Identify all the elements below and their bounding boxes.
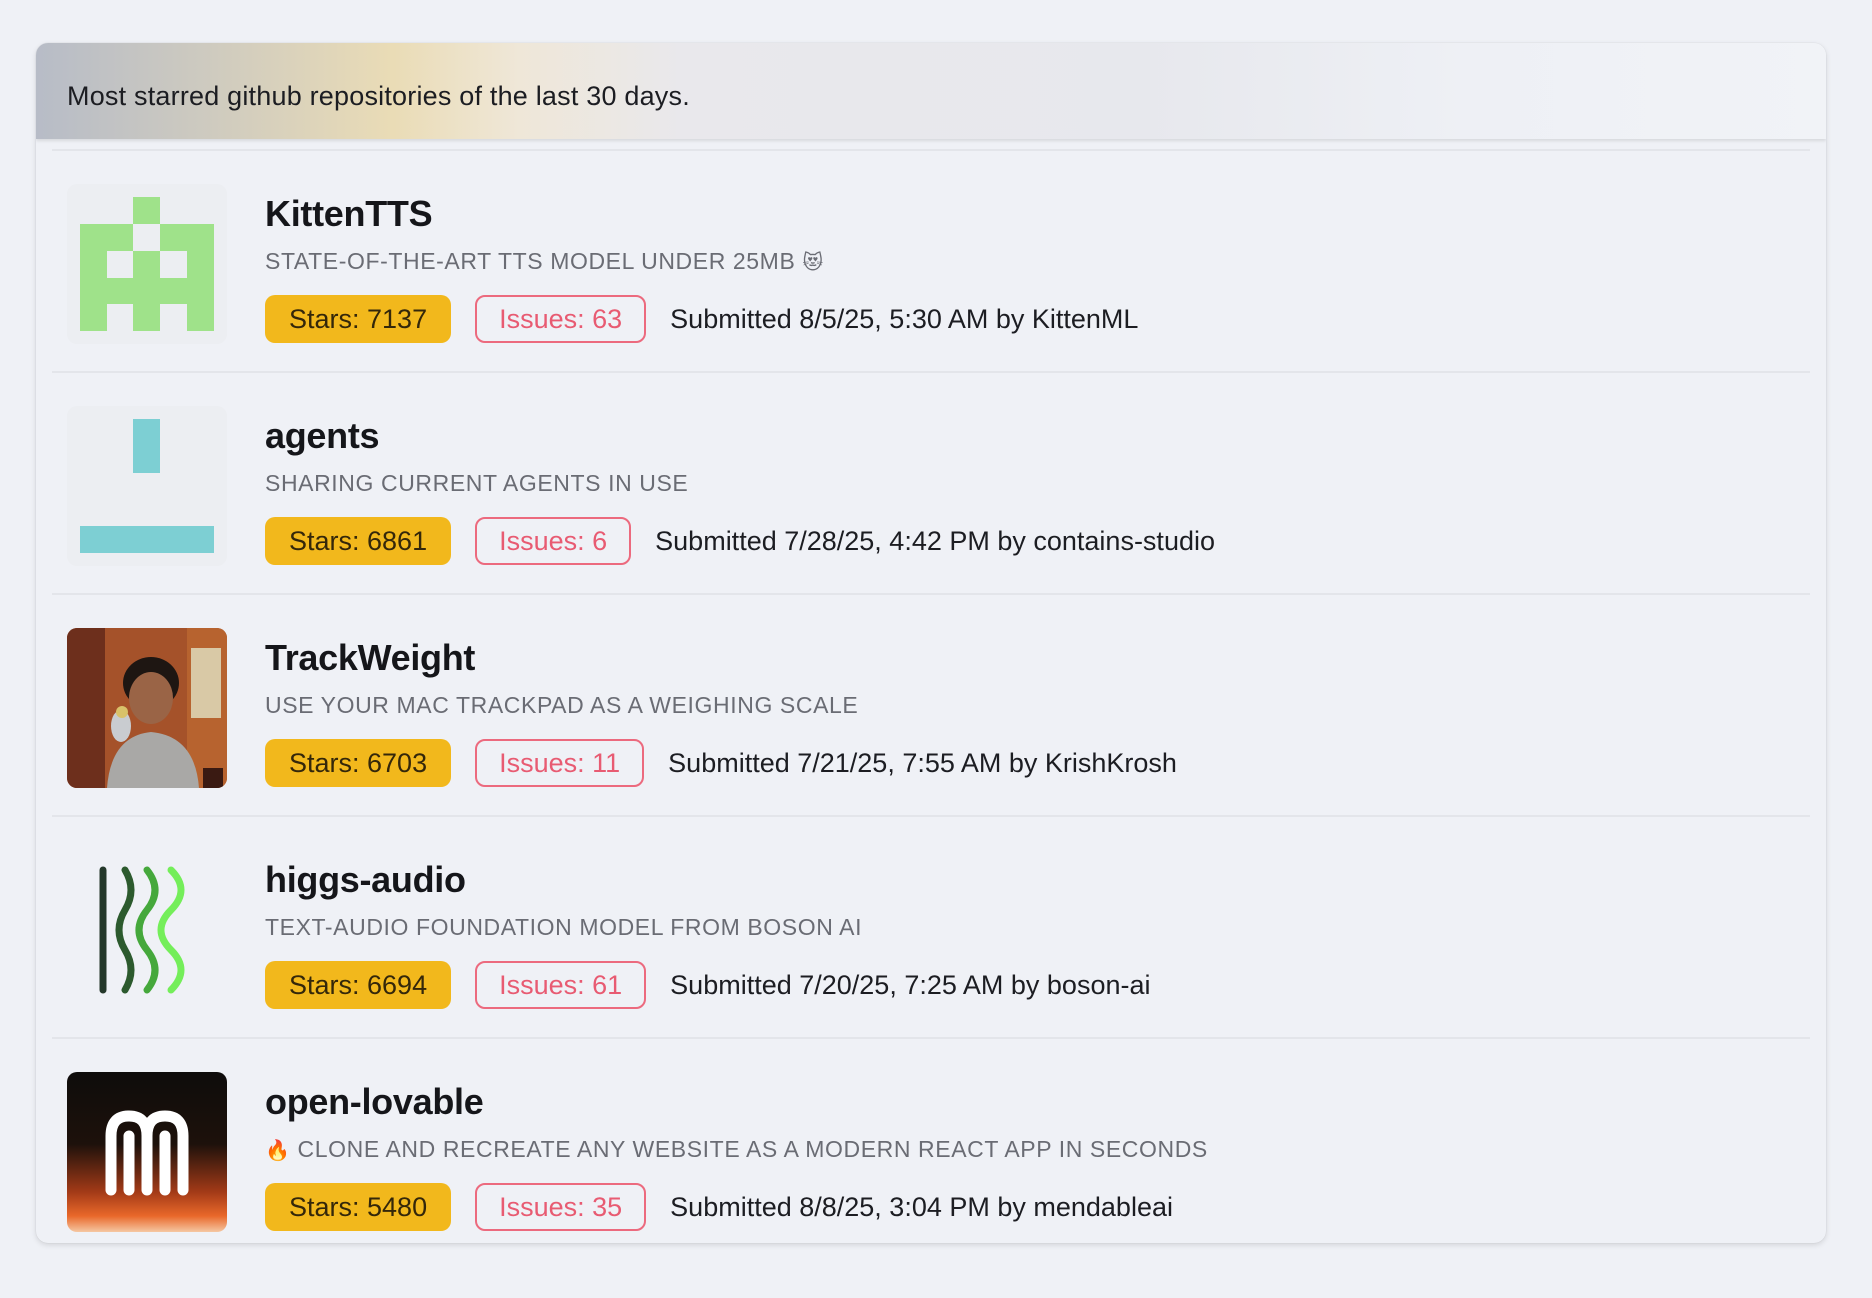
- repo-avatar: [67, 1072, 227, 1232]
- repo-avatar: [67, 184, 227, 344]
- stars-badge: Stars: 5480: [265, 1183, 452, 1231]
- repo-row[interactable]: KittenTTS State-of-the-art TTS model und…: [52, 151, 1810, 373]
- submitted-info: Submitted 7/21/25, 7:55 AM by KrishKrosh: [668, 747, 1177, 778]
- boson-wave-logo: [67, 850, 227, 1010]
- repo-row[interactable]: higgs-audio Text-audio foundation model …: [52, 817, 1810, 1039]
- panel-header: Most starred github repositories of the …: [36, 43, 1826, 139]
- mendable-m-logo: [67, 1072, 227, 1232]
- submitted-info: Submitted 7/28/25, 4:42 PM by contains-s…: [655, 525, 1215, 556]
- teal-pixel-identicon: [67, 406, 227, 566]
- repo-name[interactable]: KittenTTS: [265, 193, 433, 235]
- fire-emoji-icon: 🔥: [265, 1138, 291, 1162]
- repo-panel: Most starred github repositories of the …: [36, 43, 1826, 1243]
- repo-meta: Stars: 6694 Issues: 61 Submitted 7/20/25…: [265, 961, 1150, 1009]
- repo-avatar: [67, 406, 227, 566]
- repo-name[interactable]: agents: [265, 415, 380, 457]
- stars-badge: Stars: 6694: [265, 961, 452, 1009]
- repo-avatar: [67, 850, 227, 1010]
- repo-row[interactable]: agents Sharing current agents in use Sta…: [52, 373, 1810, 595]
- repo-description: 🔥 Clone and recreate any website as a mo…: [265, 1136, 1208, 1162]
- repo-name[interactable]: higgs-audio: [265, 859, 466, 901]
- submitted-info: Submitted 8/5/25, 5:30 AM by KittenML: [670, 303, 1139, 334]
- submitted-info: Submitted 8/8/25, 3:04 PM by mendableai: [670, 1191, 1173, 1222]
- repo-description: Use your Mac trackpad as a weighing scal…: [265, 692, 859, 718]
- issues-badge: Issues: 35: [475, 1183, 647, 1231]
- repo-name[interactable]: open-lovable: [265, 1081, 484, 1123]
- issues-badge: Issues: 6: [475, 517, 632, 565]
- cat-emoji-icon: 😻: [802, 250, 824, 274]
- green-pixel-identicon: [67, 184, 227, 344]
- repo-description: State-of-the-art TTS model under 25MB 😻: [265, 248, 824, 274]
- panel-title: Most starred github repositories of the …: [67, 80, 690, 111]
- repo-row[interactable]: TrackWeight Use your Mac trackpad as a w…: [52, 595, 1810, 817]
- issues-badge: Issues: 63: [475, 295, 647, 343]
- repo-name[interactable]: TrackWeight: [265, 637, 475, 679]
- issues-badge: Issues: 11: [475, 739, 645, 787]
- stars-badge: Stars: 6703: [265, 739, 452, 787]
- stars-badge: Stars: 6861: [265, 517, 452, 565]
- repo-list: KittenTTS State-of-the-art TTS model und…: [52, 149, 1810, 1243]
- repo-meta: Stars: 6861 Issues: 6 Submitted 7/28/25,…: [265, 517, 1215, 565]
- repo-description: Sharing current agents in use: [265, 470, 689, 496]
- repo-description: Text-audio foundation model from Boson A…: [265, 914, 863, 940]
- profile-photo: [67, 628, 227, 788]
- repo-meta: Stars: 7137 Issues: 63 Submitted 8/5/25,…: [265, 295, 1138, 343]
- repo-meta: Stars: 5480 Issues: 35 Submitted 8/8/25,…: [265, 1183, 1173, 1231]
- repo-meta: Stars: 6703 Issues: 11 Submitted 7/21/25…: [265, 739, 1177, 787]
- issues-badge: Issues: 61: [475, 961, 647, 1009]
- submitted-info: Submitted 7/20/25, 7:25 AM by boson-ai: [670, 969, 1151, 1000]
- repo-avatar: [67, 628, 227, 788]
- repo-row[interactable]: open-lovable 🔥 Clone and recreate any we…: [52, 1039, 1810, 1243]
- stars-badge: Stars: 7137: [265, 295, 452, 343]
